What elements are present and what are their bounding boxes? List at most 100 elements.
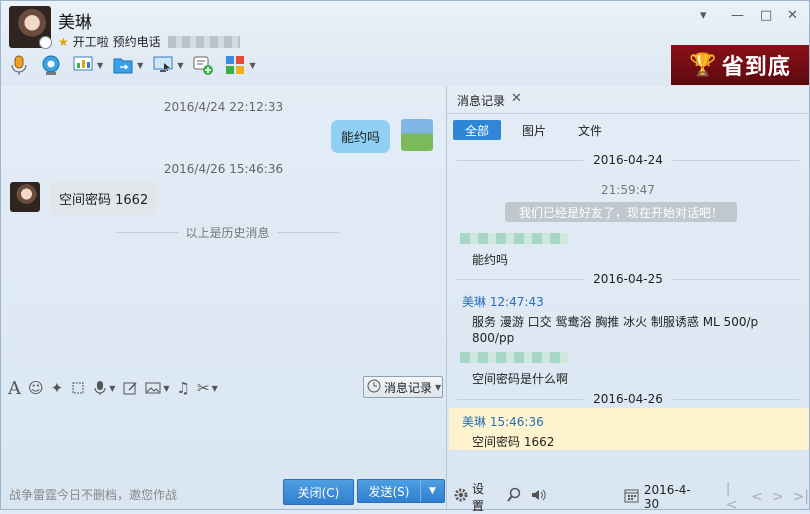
close-icon[interactable]: ✕ — [787, 8, 798, 23]
speaker-icon[interactable] — [530, 487, 546, 506]
divider — [672, 398, 799, 400]
monitor-icon — [151, 53, 175, 77]
send-file-button[interactable]: ▼ — [111, 53, 143, 77]
contact-status: ★ 开工啦 预约电话 — [58, 33, 240, 50]
record-sender: 美琳 12:47:43 — [462, 295, 544, 309]
chat-messages: 2016/4/24 22:12:33 能约吗 2016/4/26 15:46:3… — [1, 86, 446, 374]
record-sender: 美琳 15:46:36 — [462, 415, 544, 429]
menu-icon[interactable]: ▾ — [700, 8, 707, 23]
filter-images[interactable]: 图片 — [519, 120, 549, 140]
chevron-down-icon: ▼ — [97, 60, 104, 70]
calendar-icon[interactable] — [624, 488, 639, 506]
voice-message-icon[interactable]: ▼ — [93, 380, 115, 396]
discussion-group-button[interactable] — [191, 53, 215, 77]
close-icon[interactable]: ✕ — [511, 91, 522, 106]
chevron-down-icon: ▼ — [435, 382, 442, 392]
divider — [277, 232, 340, 233]
blurred-phone — [167, 35, 240, 48]
record-message[interactable]: 空间密码 1662 — [472, 433, 554, 450]
filter-all[interactable]: 全部 — [453, 120, 501, 140]
scissors-icon[interactable]: ✂ ▼ — [197, 379, 218, 397]
presentation-icon — [71, 53, 95, 77]
screenshot-icon[interactable] — [70, 380, 86, 396]
send-button[interactable]: 发送(S) ▼ — [357, 479, 445, 503]
date-label: 2016-04-24 — [593, 153, 663, 167]
voice-call-button[interactable] — [7, 53, 31, 77]
gear-icon[interactable] — [453, 487, 469, 506]
chevron-down-icon[interactable]: ▼ — [421, 486, 444, 496]
prev-page-icon[interactable]: < — [751, 489, 763, 505]
message-timestamp: 2016/4/24 22:12:33 — [163, 100, 284, 114]
star-icon: ★ — [58, 34, 69, 49]
tab-message-record[interactable]: 消息记录 ✕ — [447, 86, 809, 114]
my-avatar[interactable] — [401, 119, 433, 151]
close-button[interactable]: 关闭(C) — [283, 479, 354, 505]
footer-ad-link[interactable]: 战争雷霆今日不删档，邀您作战 — [9, 486, 177, 503]
trophy-icon: 🏆 — [689, 52, 718, 78]
date-picker[interactable]: 2016-4-30 — [644, 483, 706, 511]
video-call-button[interactable] — [39, 53, 63, 77]
filter-files[interactable]: 文件 — [575, 120, 605, 140]
chevron-down-icon: ▼ — [211, 383, 218, 393]
font-icon[interactable]: A — [8, 378, 21, 399]
chat-toolbar: ▼ ▼ ▼ ▼ — [7, 53, 256, 77]
message-bubble-received[interactable]: 空间密码 1662 — [50, 182, 158, 215]
chevron-down-icon: ▼ — [109, 383, 116, 393]
microphone-icon — [7, 53, 31, 77]
divider — [672, 159, 799, 161]
message-input[interactable] — [1, 402, 446, 477]
folder-icon — [111, 53, 135, 77]
divider — [672, 278, 799, 280]
apps-grid-icon — [223, 53, 247, 77]
music-icon[interactable]: ♫ — [177, 379, 190, 397]
chevron-down-icon: ▼ — [249, 60, 256, 70]
apps-button[interactable]: ▼ — [223, 53, 256, 77]
date-divider: 2016-04-25 — [447, 272, 809, 286]
system-message: 我们已经是好友了，现在开始对话吧！ — [505, 202, 737, 222]
screen-share-button[interactable]: ▼ — [71, 53, 103, 77]
image-icon[interactable]: ▼ — [145, 380, 170, 396]
record-panel-footer: 设置 2016-4-30 |< < > >| — [447, 481, 809, 513]
send-button-label: 发送(S) — [368, 484, 410, 499]
webcam-icon — [39, 53, 63, 77]
ad-banner[interactable]: 🏆 省到底 — [671, 45, 809, 85]
divider — [457, 278, 584, 280]
emoji-icon[interactable]: ☺ — [28, 379, 44, 397]
remote-desktop-button[interactable]: ▼ — [151, 53, 183, 77]
maximize-icon[interactable]: □ — [760, 8, 772, 23]
divider — [457, 159, 584, 161]
tab-label: 消息记录 — [457, 94, 506, 108]
magic-wand-icon[interactable]: ✦ — [51, 379, 64, 397]
ad-text: 省到底 — [721, 55, 791, 80]
record-message[interactable]: 能约吗 — [472, 251, 508, 268]
record-message[interactable]: 空间密码是什么啊 — [472, 370, 568, 387]
last-page-icon[interactable]: >| — [793, 489, 809, 505]
message-history-button[interactable]: 消息记录 ▼ — [363, 376, 443, 398]
edit-icon[interactable] — [122, 380, 138, 396]
message-bubble-sent[interactable]: 能约吗 — [330, 120, 390, 153]
record-message-continued[interactable]: 800/pp — [472, 331, 514, 345]
status-text: 开工啦 预约电话 — [72, 35, 161, 49]
message-timestamp: 2016/4/26 15:46:36 — [163, 162, 284, 176]
minimize-icon[interactable]: — — [731, 8, 744, 23]
chat-header: 美琳 ★ 开工啦 预约电话 ▾ — □ ✕ ▼ ▼ ▼ ▼ 🏆 省到底 — [1, 1, 809, 86]
blurred-sender — [460, 233, 568, 244]
contact-name[interactable]: 美琳 — [58, 8, 92, 33]
date-label: 2016-04-25 — [593, 272, 663, 286]
record-message[interactable]: 服务 漫游 口交 鸳鸯浴 胸推 冰火 制服诱惑 ML 500/p — [472, 313, 758, 330]
message-time: 21:59:47 — [601, 183, 655, 197]
date-label: 2016-04-26 — [593, 392, 663, 406]
date-divider: 2016-04-26 — [447, 392, 809, 406]
chevron-down-icon: ▼ — [163, 383, 170, 393]
clock-icon — [39, 36, 52, 49]
divider — [116, 232, 178, 233]
chevron-down-icon: ▼ — [137, 60, 144, 70]
chat-window: 美琳 ★ 开工啦 预约电话 ▾ — □ ✕ ▼ ▼ ▼ ▼ 🏆 省到底 2016… — [0, 0, 810, 513]
first-page-icon[interactable]: |< — [726, 481, 742, 513]
next-page-icon[interactable]: > — [772, 489, 784, 505]
settings-label[interactable]: 设置 — [472, 480, 496, 514]
contact-avatar-small[interactable] — [10, 182, 40, 212]
search-icon[interactable] — [506, 487, 522, 506]
date-divider: 2016-04-24 — [447, 153, 809, 167]
clock-icon — [367, 379, 381, 396]
